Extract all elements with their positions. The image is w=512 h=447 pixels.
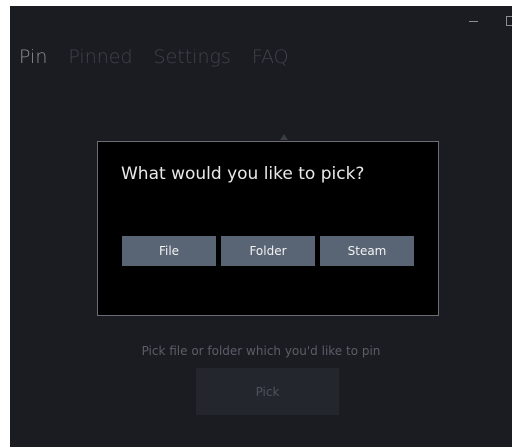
tab-pinned[interactable]: Pinned bbox=[68, 46, 132, 68]
minimize-icon bbox=[468, 20, 478, 22]
maximize-icon bbox=[506, 16, 512, 26]
folder-button[interactable]: Folder bbox=[221, 236, 315, 266]
steam-button[interactable]: Steam bbox=[320, 236, 414, 266]
tab-pin[interactable]: Pin bbox=[19, 46, 47, 68]
app-window: × Pin Pinned Settings FAQ Pick file or f… bbox=[10, 6, 512, 447]
pick-type-dialog: What would you like to pick? File Folder… bbox=[97, 141, 439, 316]
tab-settings[interactable]: Settings bbox=[154, 46, 231, 68]
caret-up-icon bbox=[280, 134, 288, 140]
tab-faq[interactable]: FAQ bbox=[252, 46, 289, 68]
maximize-button[interactable] bbox=[488, 6, 512, 36]
pick-hint-text: Pick file or folder which you'd like to … bbox=[141, 344, 381, 358]
file-button[interactable]: File bbox=[122, 236, 216, 266]
pick-button[interactable]: Pick bbox=[196, 368, 339, 415]
main-nav: Pin Pinned Settings FAQ bbox=[19, 46, 310, 68]
dialog-title: What would you like to pick? bbox=[121, 164, 365, 184]
title-bar: × bbox=[10, 6, 512, 36]
